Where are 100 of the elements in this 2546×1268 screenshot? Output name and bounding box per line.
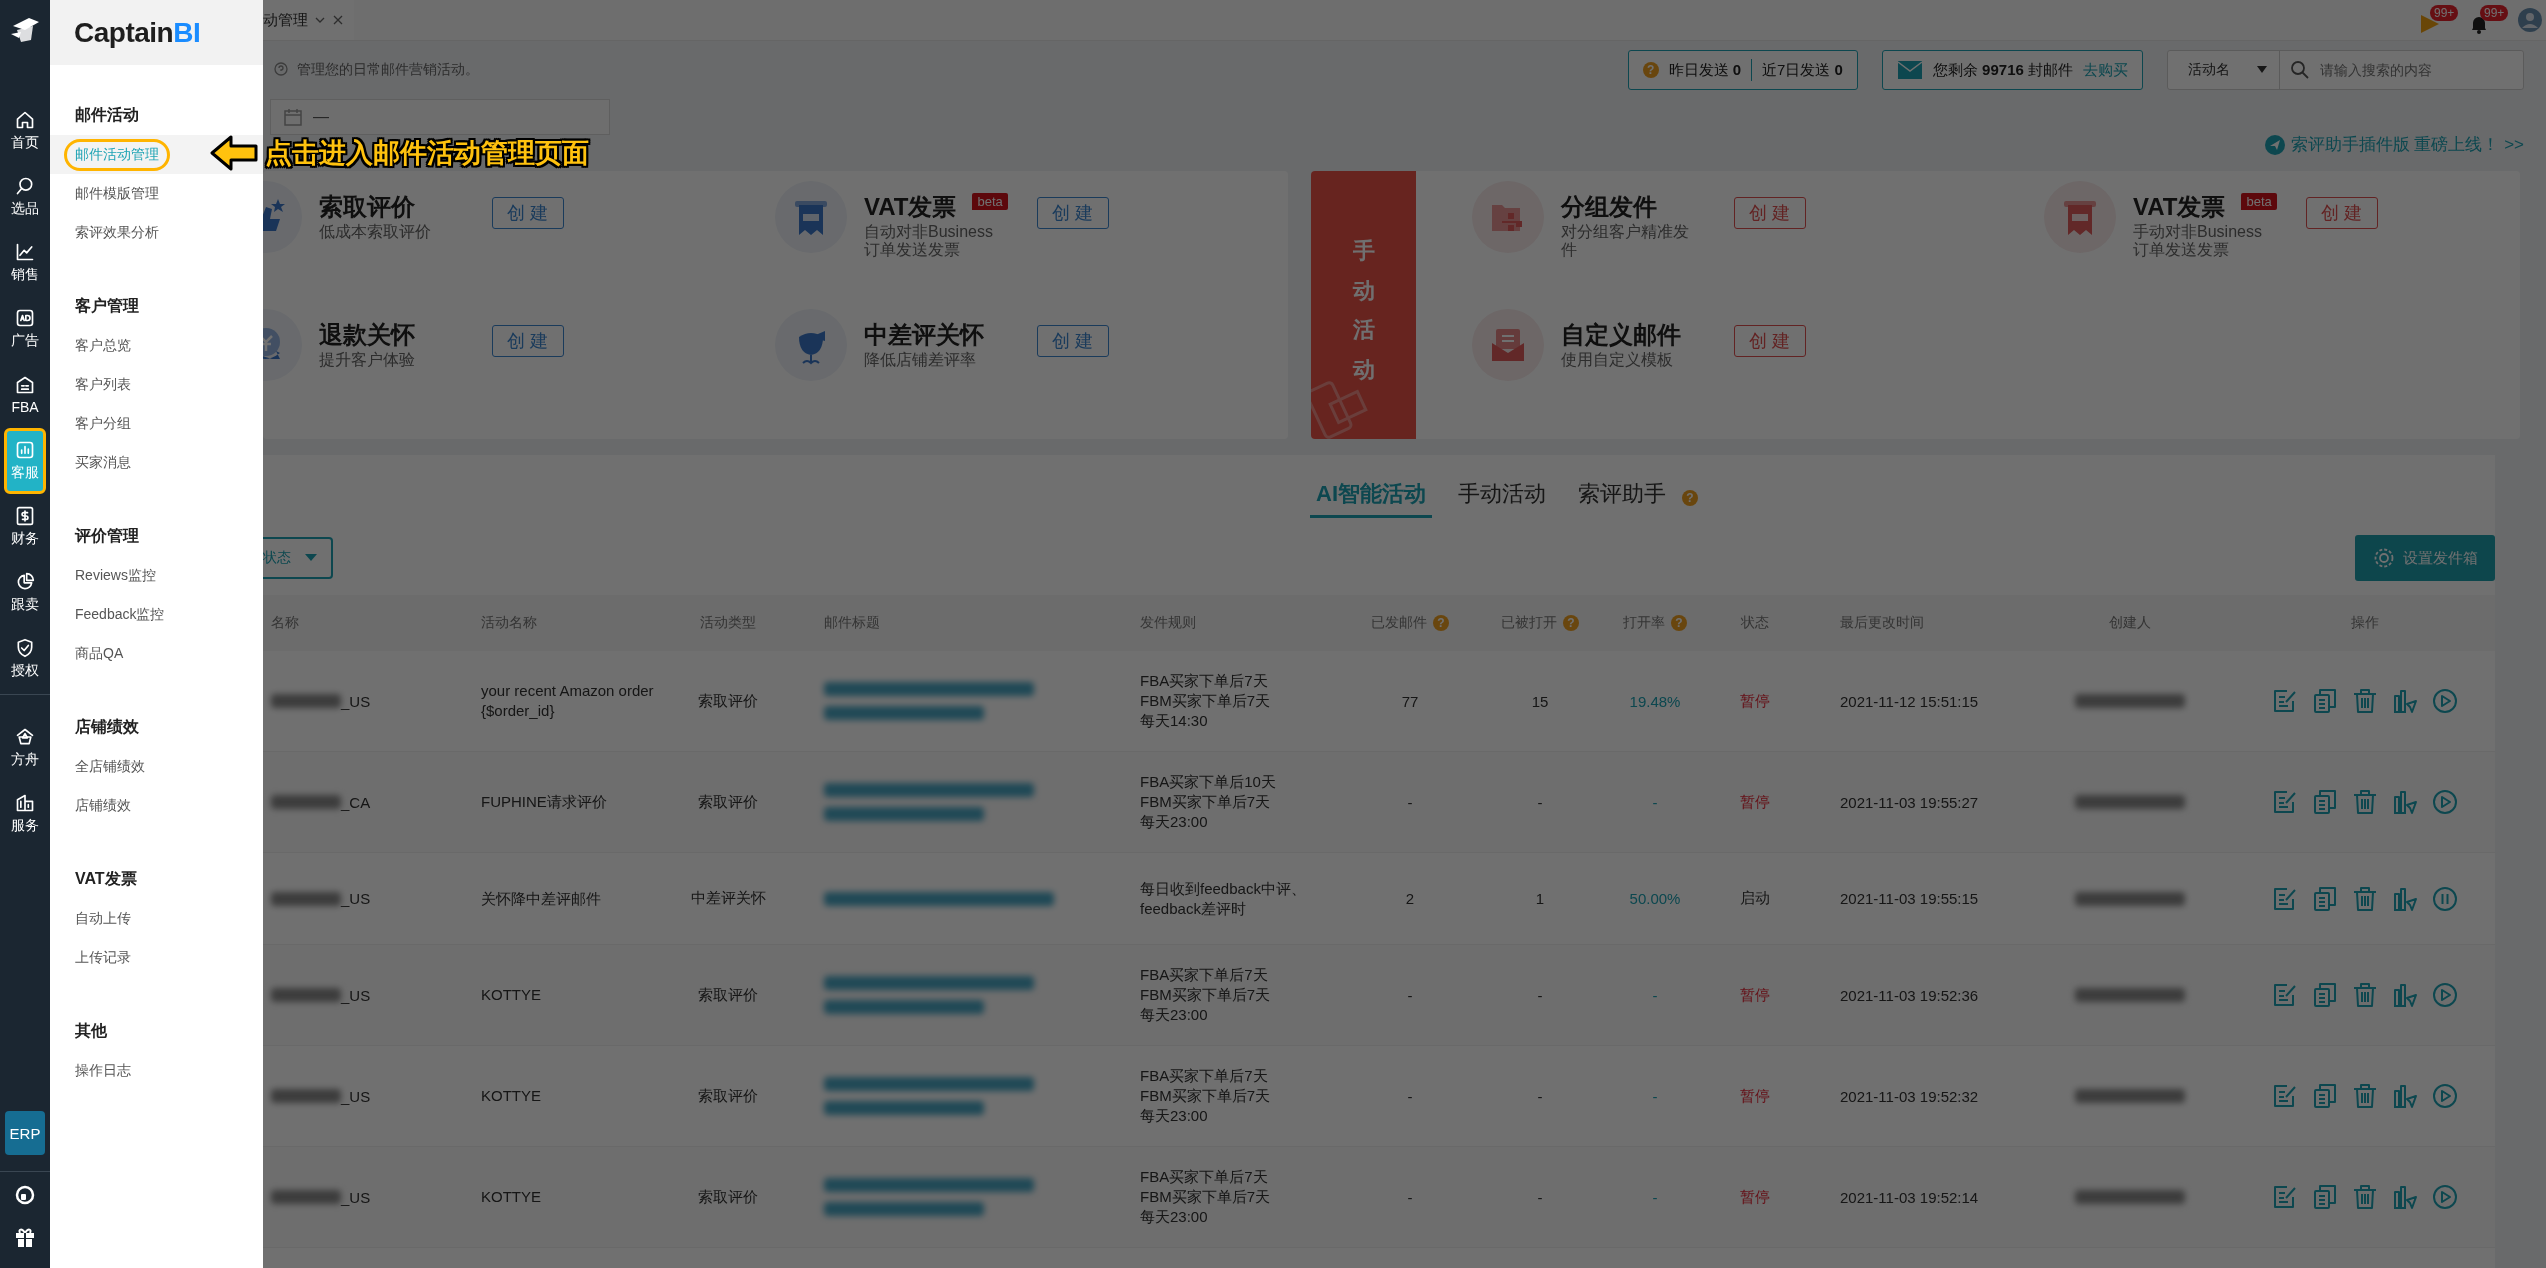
nav-item[interactable]: FBA (4, 362, 46, 428)
status-text: 启动 (1740, 889, 1770, 908)
copy-icon[interactable] (2312, 1083, 2338, 1109)
erp-button[interactable]: ERP (5, 1111, 45, 1155)
nav-item[interactable]: 服务 (4, 781, 46, 847)
blurred-text (271, 795, 341, 809)
search-icon[interactable] (2290, 60, 2310, 80)
store-name: _US (341, 986, 371, 1004)
menu-item[interactable]: 邮件模版管理 (50, 174, 263, 213)
delete-icon[interactable] (2352, 688, 2378, 714)
nav-item[interactable]: 销售 (4, 230, 46, 296)
nav-item[interactable]: 跟卖 (4, 560, 46, 626)
copy-icon[interactable] (2312, 885, 2338, 912)
delete-icon[interactable] (2352, 789, 2378, 815)
menu-item[interactable]: 索评效果分析 (50, 213, 263, 252)
table-cell: - (1652, 1188, 1658, 1206)
table-cell: 2021-11-03 19:55:27 (1840, 793, 1979, 811)
avatar-icon[interactable] (2518, 8, 2542, 32)
menu-item[interactable]: Feedback监控 (50, 595, 263, 634)
stats-icon[interactable] (2392, 688, 2418, 714)
nav-item[interactable]: 授权 (4, 626, 46, 692)
menu-item[interactable]: 买家消息 (50, 443, 263, 482)
search-type-select[interactable]: 活动名 (2168, 51, 2280, 89)
play-icon[interactable] (2432, 982, 2458, 1008)
menu-item[interactable]: 客户列表 (50, 365, 263, 404)
envelope-icon (1896, 60, 1923, 80)
table-cell: 19.48% (1629, 692, 1681, 710)
stats-icon[interactable] (2392, 1184, 2418, 1210)
nav-item[interactable]: 选品 (4, 164, 46, 230)
table-cell: 2021-11-03 19:55:15 (1840, 890, 1979, 907)
copy-icon[interactable] (2312, 1184, 2338, 1210)
building-icon (15, 793, 35, 813)
delete-icon[interactable] (2352, 1184, 2378, 1210)
stats-icon[interactable] (2392, 885, 2418, 912)
finance-icon (15, 506, 35, 526)
arrow-icon (209, 134, 259, 172)
captainbi-logo: CaptainBI (74, 16, 201, 49)
close-icon[interactable] (332, 14, 344, 26)
menu-item[interactable]: 客户总览 (50, 326, 263, 365)
rocket-icon (2264, 134, 2285, 155)
pie-icon (15, 572, 35, 592)
table-cell-text: KOTTYE (481, 1187, 542, 1207)
caret-icon (2257, 66, 2267, 74)
table-cell: - (1537, 1087, 1543, 1105)
edit-icon[interactable] (2272, 789, 2298, 815)
stat-text: 昨日发送 0 (1668, 60, 1742, 80)
edit-icon[interactable] (2272, 1083, 2298, 1109)
status-text: 暂停 (1740, 792, 1770, 812)
date-range-field[interactable]: — (270, 99, 610, 135)
copy-icon[interactable] (2312, 982, 2338, 1008)
table-cell: 中差评关怀 (690, 889, 766, 908)
count-badge: 99+ (2480, 5, 2509, 21)
table-cell: - (1537, 793, 1543, 811)
menu-item[interactable]: Reviews监控 (50, 556, 263, 595)
table-cell: - (1407, 793, 1413, 811)
menu-item[interactable]: 自动上传 (50, 899, 263, 938)
nav-item[interactable]: 首页 (4, 98, 46, 164)
tab[interactable]: 手动活动 (1452, 478, 1552, 518)
activity-description: 降低店铺差评率 (864, 351, 977, 369)
menu-item[interactable]: 全店铺绩效 (50, 747, 263, 786)
stats-icon[interactable] (2392, 982, 2418, 1008)
ad-icon (15, 308, 35, 328)
delete-icon[interactable] (2352, 982, 2378, 1008)
nav-item[interactable]: 财务 (4, 494, 46, 560)
menu-heading: 店铺绩效 (74, 717, 140, 737)
play-icon[interactable] (2432, 1184, 2458, 1210)
menu-item[interactable]: 商品QA (50, 634, 263, 673)
pause-icon[interactable] (2432, 885, 2458, 912)
store-name: _US (341, 1087, 371, 1105)
table-cell: 2021-11-03 19:52:14 (1840, 1188, 1979, 1206)
edit-icon[interactable] (2272, 885, 2298, 912)
send-rule: FBA买家下单后7天 FBM买家下单后7天 每天23:00 (1140, 1066, 1271, 1126)
delete-icon[interactable] (2352, 885, 2378, 912)
status-text: 暂停 (1740, 691, 1770, 711)
play-icon[interactable] (2432, 1083, 2458, 1109)
copy-icon[interactable] (2312, 688, 2338, 714)
nav-item[interactable]: 方舟 (4, 715, 46, 781)
menu-item[interactable]: 操作日志 (50, 1051, 263, 1090)
table-cell: - (1537, 1188, 1543, 1206)
table-cell-text: KOTTYE (481, 1086, 542, 1106)
menu-item[interactable]: 店铺绩效 (50, 786, 263, 825)
play-icon[interactable] (2432, 688, 2458, 714)
headset-icon[interactable] (14, 1184, 36, 1206)
menu-item[interactable]: 上传记录 (50, 938, 263, 977)
search-field[interactable]: 请输入搜索的内容 (2318, 61, 2512, 79)
ark-icon (15, 727, 35, 747)
nav-item[interactable]: 广告 (4, 296, 46, 362)
play-icon[interactable] (2432, 789, 2458, 815)
tab[interactable]: 索评助手 (1572, 478, 1672, 518)
help-bubble-icon (273, 62, 289, 78)
edit-icon[interactable] (2272, 982, 2298, 1008)
copy-icon[interactable] (2312, 789, 2338, 815)
gift-icon[interactable] (14, 1226, 36, 1248)
edit-icon[interactable] (2272, 688, 2298, 714)
delete-icon[interactable] (2352, 1083, 2378, 1109)
stats-icon[interactable] (2392, 1083, 2418, 1109)
send-rule: 每日收到feedback中评、 feedback差评时 (1140, 878, 1307, 919)
stats-icon[interactable] (2392, 789, 2418, 815)
menu-item[interactable]: 客户分组 (50, 404, 263, 443)
edit-icon[interactable] (2272, 1184, 2298, 1210)
